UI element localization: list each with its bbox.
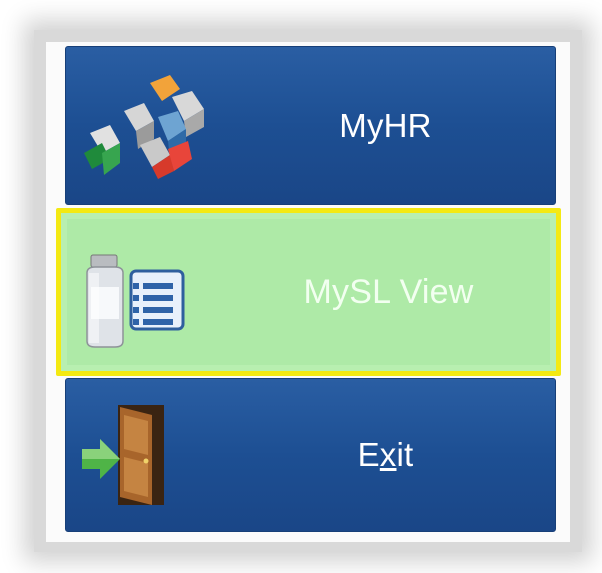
menu-item-myhr[interactable]: MyHR [65,46,556,205]
menu-item-label: MyHR [339,106,432,144]
exit-door-icon [82,405,164,505]
menu-item-label: Ex it [216,379,555,531]
menu-item-exit[interactable]: Ex it [65,378,556,532]
menu-item-label: MySL View [303,272,474,311]
myhr-cubes-icon [84,75,204,179]
exit-label-accelerator: x [379,436,397,473]
exit-label-suffix: it [396,436,414,473]
menu-item-mysl-view[interactable]: MySL View [56,208,561,376]
exit-label-prefix: E [357,436,380,473]
medicine-document-icon [86,254,185,348]
